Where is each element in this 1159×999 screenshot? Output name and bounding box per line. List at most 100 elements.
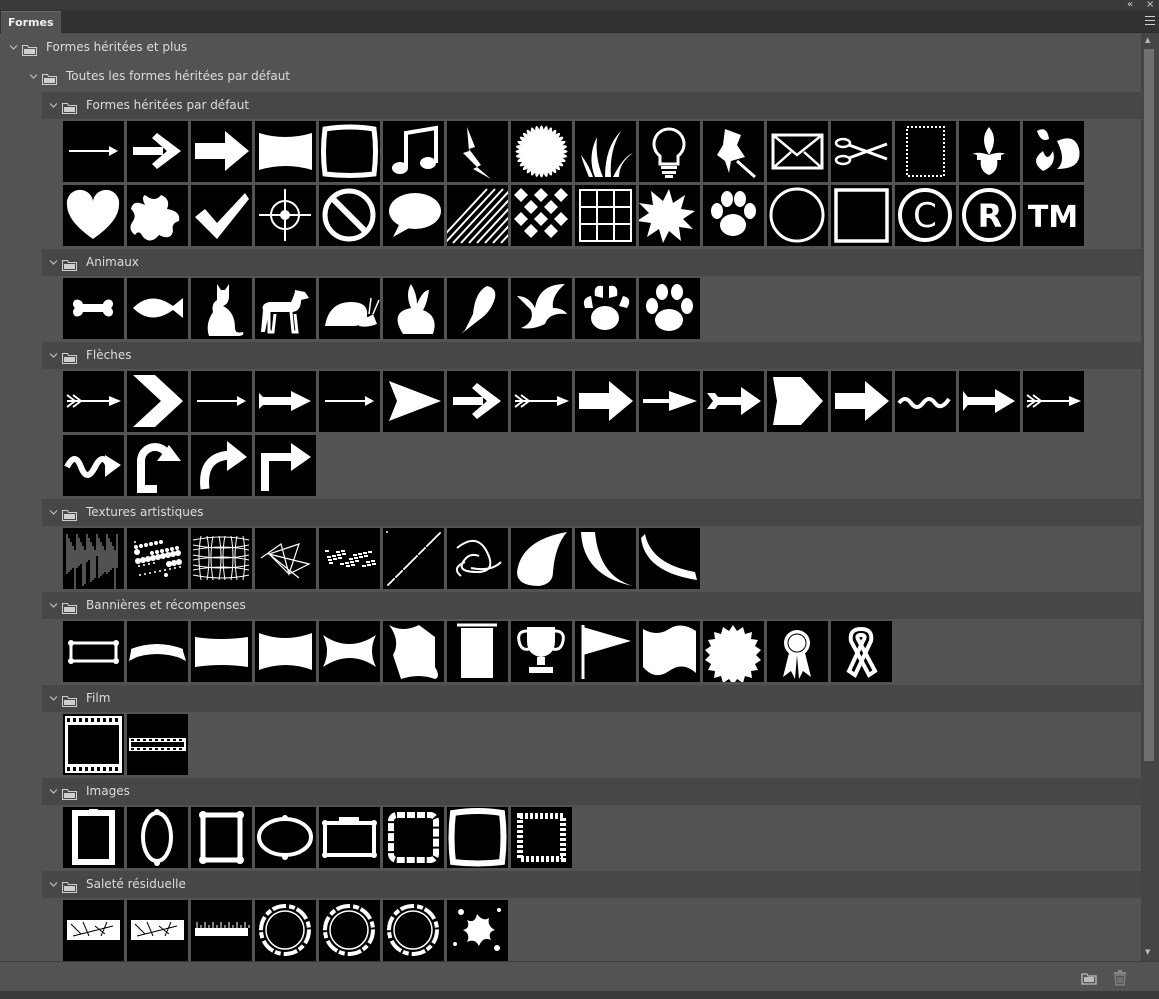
frame-oval-shape-icon[interactable] xyxy=(127,807,188,868)
arrow-block-shape-icon[interactable] xyxy=(575,371,636,432)
grunge-bar-shape-icon[interactable] xyxy=(63,900,124,961)
frame-ornate-wide-shape-icon[interactable] xyxy=(319,807,380,868)
diagonal-lines-shape-icon[interactable] xyxy=(447,185,508,246)
no-sign-shape-icon[interactable] xyxy=(319,185,380,246)
lightning-shape-icon[interactable] xyxy=(447,121,508,182)
frame-oval-wide-shape-icon[interactable] xyxy=(255,807,316,868)
copyright-shape-icon[interactable]: C xyxy=(895,185,956,246)
grunge-ring-shape-icon[interactable] xyxy=(255,900,316,961)
tree-group-row[interactable]: Bannières et récompenses xyxy=(42,591,1141,619)
bird-shape-icon[interactable] xyxy=(511,278,572,339)
banner-wave-shape-icon[interactable] xyxy=(383,621,444,682)
tree-group-row[interactable]: Animaux xyxy=(42,248,1141,276)
parrot-shape-icon[interactable] xyxy=(447,278,508,339)
arrow-u-turn-shape-icon[interactable] xyxy=(127,435,188,496)
texture-blade-shape-icon[interactable] xyxy=(639,528,700,589)
arrow-fletched-shape-icon[interactable] xyxy=(511,371,572,432)
square-frame-shape-icon[interactable] xyxy=(319,121,380,182)
arrow-chevron-shape-icon[interactable] xyxy=(127,121,188,182)
texture-lines-shape-icon[interactable] xyxy=(63,528,124,589)
chevron-down-icon[interactable] xyxy=(49,880,58,889)
chevron-down-icon[interactable] xyxy=(49,351,58,360)
fleur-de-lis-shape-icon[interactable] xyxy=(959,121,1020,182)
bone-shape-icon[interactable] xyxy=(63,278,124,339)
arrow-triangle-shape-icon[interactable] xyxy=(383,371,444,432)
frame-zigzag-shape-icon[interactable] xyxy=(511,807,572,868)
chevron-down-icon[interactable] xyxy=(49,601,58,610)
tree-group-row[interactable]: Flèches xyxy=(42,341,1141,369)
grass-shape-icon[interactable] xyxy=(575,121,636,182)
cat-shape-icon[interactable] xyxy=(191,278,252,339)
banner-bow-shape-icon[interactable] xyxy=(319,621,380,682)
tree-group-row[interactable]: Formes héritées par défaut xyxy=(42,91,1141,119)
delete-trash-icon[interactable] xyxy=(1113,970,1129,986)
seal-shape-icon[interactable] xyxy=(703,621,764,682)
trophy-shape-icon[interactable] xyxy=(511,621,572,682)
film-frame-shape-icon[interactable] xyxy=(63,714,124,775)
texture-crescent-shape-icon[interactable] xyxy=(511,528,572,589)
texture-swirl-shape-icon[interactable] xyxy=(447,528,508,589)
arrow-bold-thin-shape-icon[interactable] xyxy=(255,371,316,432)
scrollbar[interactable]: ▲ ▼ xyxy=(1141,33,1159,961)
target-shape-icon[interactable] xyxy=(255,185,316,246)
flag-wave-shape-icon[interactable] xyxy=(639,621,700,682)
texture-horn-shape-icon[interactable] xyxy=(575,528,636,589)
panel-menu-icon[interactable] xyxy=(1145,16,1155,25)
frame-scalloped-shape-icon[interactable] xyxy=(383,807,444,868)
tab-formes[interactable]: Formes xyxy=(1,11,61,33)
collapse-panel-button[interactable]: « xyxy=(1127,0,1133,10)
cat-paw-shape-icon[interactable] xyxy=(639,278,700,339)
flower-shape-icon[interactable] xyxy=(511,121,572,182)
chevron-down-icon[interactable] xyxy=(49,787,58,796)
scroll-up-arrow-icon[interactable]: ▲ xyxy=(1145,36,1150,44)
envelope-shape-icon[interactable] xyxy=(767,121,828,182)
chevron-large-shape-icon[interactable] xyxy=(127,371,188,432)
arrow-bold-shape-icon[interactable] xyxy=(191,121,252,182)
checkmark-shape-icon[interactable] xyxy=(191,185,252,246)
arrow-fletched-shape-icon[interactable] xyxy=(1023,371,1084,432)
grunge-ring-shape-icon[interactable] xyxy=(319,900,380,961)
blob-shape-icon[interactable] xyxy=(127,185,188,246)
frame-rough-shape-icon[interactable] xyxy=(447,807,508,868)
film-strip-shape-icon[interactable] xyxy=(127,714,188,775)
tree-group-row[interactable]: Saleté résiduelle xyxy=(42,870,1141,898)
chevron-down-icon[interactable] xyxy=(9,43,18,52)
ribbon-shape-icon[interactable] xyxy=(831,621,892,682)
chevron-down-icon[interactable] xyxy=(49,101,58,110)
registered-shape-icon[interactable]: R xyxy=(959,185,1020,246)
rosette-shape-icon[interactable] xyxy=(767,621,828,682)
rabbit-shape-icon[interactable] xyxy=(383,278,444,339)
texture-dots-shape-icon[interactable] xyxy=(383,528,444,589)
arrow-notched-shape-icon[interactable] xyxy=(703,371,764,432)
grunge-ring-shape-icon[interactable] xyxy=(383,900,444,961)
fish-shape-icon[interactable] xyxy=(127,278,188,339)
grunge-ruler-shape-icon[interactable] xyxy=(191,900,252,961)
grunge-splatter-shape-icon[interactable] xyxy=(447,900,508,961)
chevron-down-icon[interactable] xyxy=(49,258,58,267)
banner-scroll-shape-icon[interactable] xyxy=(63,621,124,682)
trademark-shape-icon[interactable]: TM xyxy=(1023,185,1084,246)
light-bulb-shape-icon[interactable] xyxy=(639,121,700,182)
heart-shape-icon[interactable] xyxy=(63,185,124,246)
tree-group-row[interactable]: Film xyxy=(42,684,1141,712)
frame-tall-shape-icon[interactable] xyxy=(63,807,124,868)
arrow-chevron-shape-icon[interactable] xyxy=(447,371,508,432)
arrow-thin-shape-icon[interactable] xyxy=(191,371,252,432)
music-note-shape-icon[interactable] xyxy=(383,121,444,182)
circle-outline-shape-icon[interactable] xyxy=(767,185,828,246)
square-outline-shape-icon[interactable] xyxy=(831,185,892,246)
starburst-shape-icon[interactable] xyxy=(639,185,700,246)
banner-hanging-shape-icon[interactable] xyxy=(447,621,508,682)
flag-shape-icon[interactable] xyxy=(575,621,636,682)
ornament-shape-icon[interactable] xyxy=(1023,121,1084,182)
scissors-shape-icon[interactable] xyxy=(831,121,892,182)
arrow-thin-shape-icon[interactable] xyxy=(63,121,124,182)
tree-group-row[interactable]: Formes héritées et plus xyxy=(0,34,1141,61)
arrow-fletched-shape-icon[interactable] xyxy=(63,371,124,432)
pushpin-shape-icon[interactable] xyxy=(703,121,764,182)
snail-shape-icon[interactable] xyxy=(319,278,380,339)
grid-shape-icon[interactable] xyxy=(575,185,636,246)
banner-ribbon-shape-icon[interactable] xyxy=(127,621,188,682)
dog-shape-icon[interactable] xyxy=(255,278,316,339)
tree-group-row[interactable]: Textures artistiques xyxy=(42,498,1141,526)
